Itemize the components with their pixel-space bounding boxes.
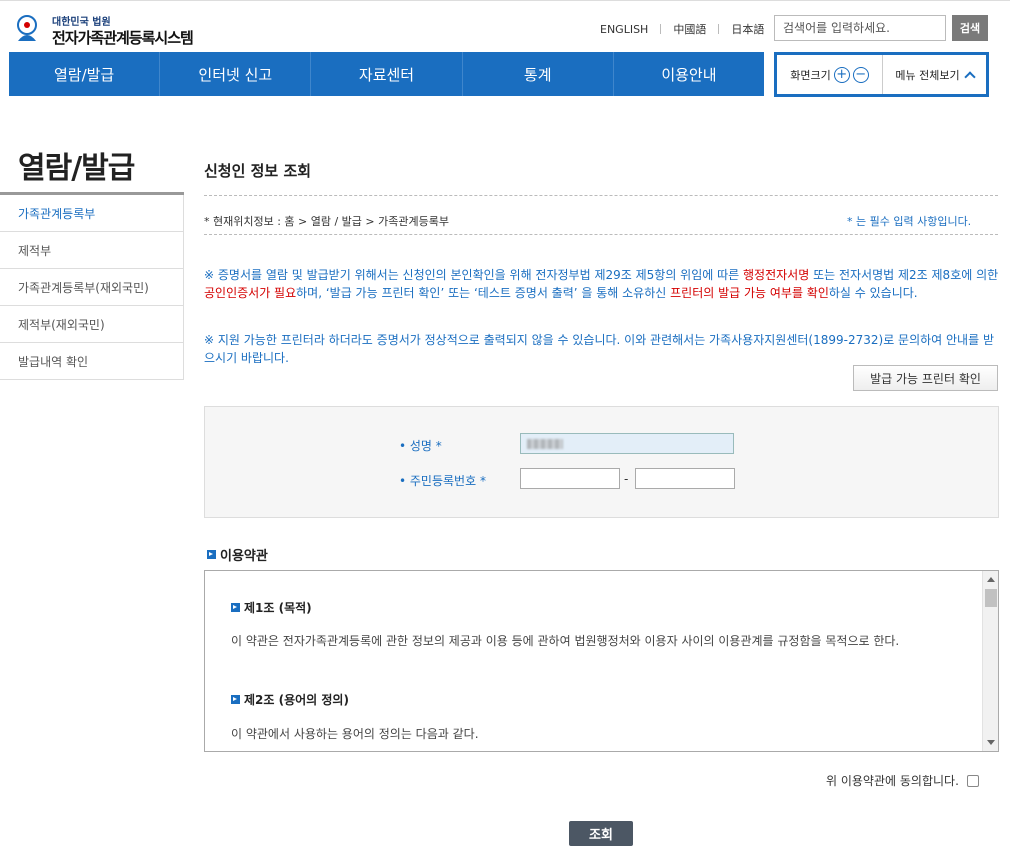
- bullet-arrow-icon: [231, 603, 240, 612]
- nav-item-statistics[interactable]: 통계: [463, 52, 614, 96]
- highlight-text: 프린터의 발급 가능 여부를 확인: [670, 286, 829, 300]
- zoom-in-icon[interactable]: +: [833, 66, 850, 83]
- terms-article-text: 이 약관에서 사용하는 용어의 정의는 다음과 같다.: [231, 727, 479, 741]
- nav-item-view-issue[interactable]: 열람/발급: [9, 52, 161, 96]
- agree-checkbox[interactable]: [966, 774, 979, 787]
- logo-title: 전자가족관계등록시스템: [52, 29, 194, 47]
- sidebar-title: 열람/발급: [18, 151, 135, 186]
- divider: [204, 195, 998, 196]
- nav-item-internet-report[interactable]: 인터넷 신고: [160, 52, 312, 96]
- agree-row: 위 이용약관에 동의합니다.: [826, 772, 979, 789]
- required-note: * 는 필수 입력 사항입니다.: [847, 215, 972, 228]
- scrollbar[interactable]: [982, 571, 998, 751]
- scroll-thumb[interactable]: [985, 589, 997, 607]
- zoom-out-icon[interactable]: −: [852, 66, 869, 83]
- sidebar-item-removed-register[interactable]: 제적부: [0, 232, 184, 269]
- breadcrumb: * 현재위치정보 : 홈 > 열람 / 발급 > 가족관계등록부: [204, 215, 449, 228]
- sidebar-item-family-register-overseas[interactable]: 가족관계등록부(재외국민): [0, 269, 184, 306]
- rrn-label: • 주민등록번호 *: [399, 474, 486, 488]
- sidebar-item-removed-register-overseas[interactable]: 제적부(재외국민): [0, 306, 184, 343]
- sidebar-item-family-register[interactable]: 가족관계등록부: [0, 195, 184, 232]
- bullet-arrow-icon: [207, 550, 216, 559]
- zoom-control: 화면크기 + −: [777, 55, 883, 94]
- terms-article-title: 제2조 (용어의 정의): [231, 691, 349, 708]
- scroll-up-icon[interactable]: [987, 577, 995, 582]
- terms-heading: 이용약관: [207, 545, 268, 564]
- sidebar-item-issue-history[interactable]: 발급내역 확인: [0, 343, 184, 380]
- logo-subtitle: 대한민국 법원: [52, 17, 111, 28]
- divider: [204, 234, 998, 235]
- rrn-back-field[interactable]: [635, 468, 735, 489]
- language-links: ENGLISH 中國語 日本語: [588, 21, 776, 37]
- nav-item-guide[interactable]: 이용안내: [614, 52, 764, 96]
- top-header: 대한민국 법원 전자가족관계등록시스템 ENGLISH 中國語 日本語 검색: [0, 0, 1010, 52]
- bullet-arrow-icon: [231, 695, 240, 704]
- applicant-form: [204, 406, 999, 518]
- submit-button[interactable]: 조회: [569, 821, 633, 846]
- all-menu-button[interactable]: 메뉴 전체보기: [883, 55, 986, 94]
- lang-chinese[interactable]: 中國語: [661, 21, 718, 37]
- search-input[interactable]: [774, 15, 946, 41]
- notice-certificate: ※ 증명서를 열람 및 발급받기 위해서는 신청인의 본인확인을 위해 전자정부…: [204, 268, 999, 300]
- rrn-dash: -: [624, 472, 629, 486]
- name-field[interactable]: [520, 433, 734, 454]
- terms-article-title: 제1조 (목적): [231, 599, 312, 616]
- lang-japanese[interactable]: 日本語: [719, 21, 776, 37]
- highlight-text: 행정전자서명: [743, 268, 810, 282]
- agree-label: 위 이용약관에 동의합니다.: [826, 774, 959, 788]
- court-emblem-icon: [17, 15, 37, 41]
- name-label: • 성명 *: [399, 439, 442, 453]
- chevron-up-icon: [963, 70, 976, 83]
- search-button[interactable]: 검색: [952, 15, 988, 41]
- lang-english[interactable]: ENGLISH: [588, 23, 660, 36]
- terms-scroll-box[interactable]: 제1조 (목적) 이 약관은 전자가족관계등록에 관한 정보의 제공과 이용 등…: [204, 570, 999, 752]
- main-nav: 열람/발급 인터넷 신고 자료센터 통계 이용안내: [9, 52, 764, 96]
- notice-printer: ※ 지원 가능한 프린터라 하더라도 증명서가 정상적으로 출력되지 않을 수 …: [204, 333, 994, 365]
- highlight-text: 공인인증서가 필요: [204, 286, 297, 300]
- sidebar-menu: 가족관계등록부 제적부 가족관계등록부(재외국민) 제적부(재외국민) 발급내역…: [0, 192, 184, 380]
- page-title: 신청인 정보 조회: [204, 162, 312, 180]
- site-logo[interactable]: 대한민국 법원 전자가족관계등록시스템: [10, 9, 220, 49]
- printer-check-button[interactable]: 발급 가능 프린터 확인: [853, 365, 998, 391]
- rrn-front-field[interactable]: [520, 468, 620, 489]
- zoom-label: 화면크기: [790, 68, 831, 82]
- scroll-down-icon[interactable]: [987, 740, 995, 745]
- nav-tools: 화면크기 + − 메뉴 전체보기: [774, 52, 989, 97]
- all-menu-label: 메뉴 전체보기: [895, 68, 960, 82]
- masked-name: [527, 439, 563, 449]
- terms-article-text: 이 약관은 전자가족관계등록에 관한 정보의 제공과 이용 등에 관하여 법원행…: [231, 634, 900, 648]
- nav-item-resource-center[interactable]: 자료센터: [311, 52, 463, 96]
